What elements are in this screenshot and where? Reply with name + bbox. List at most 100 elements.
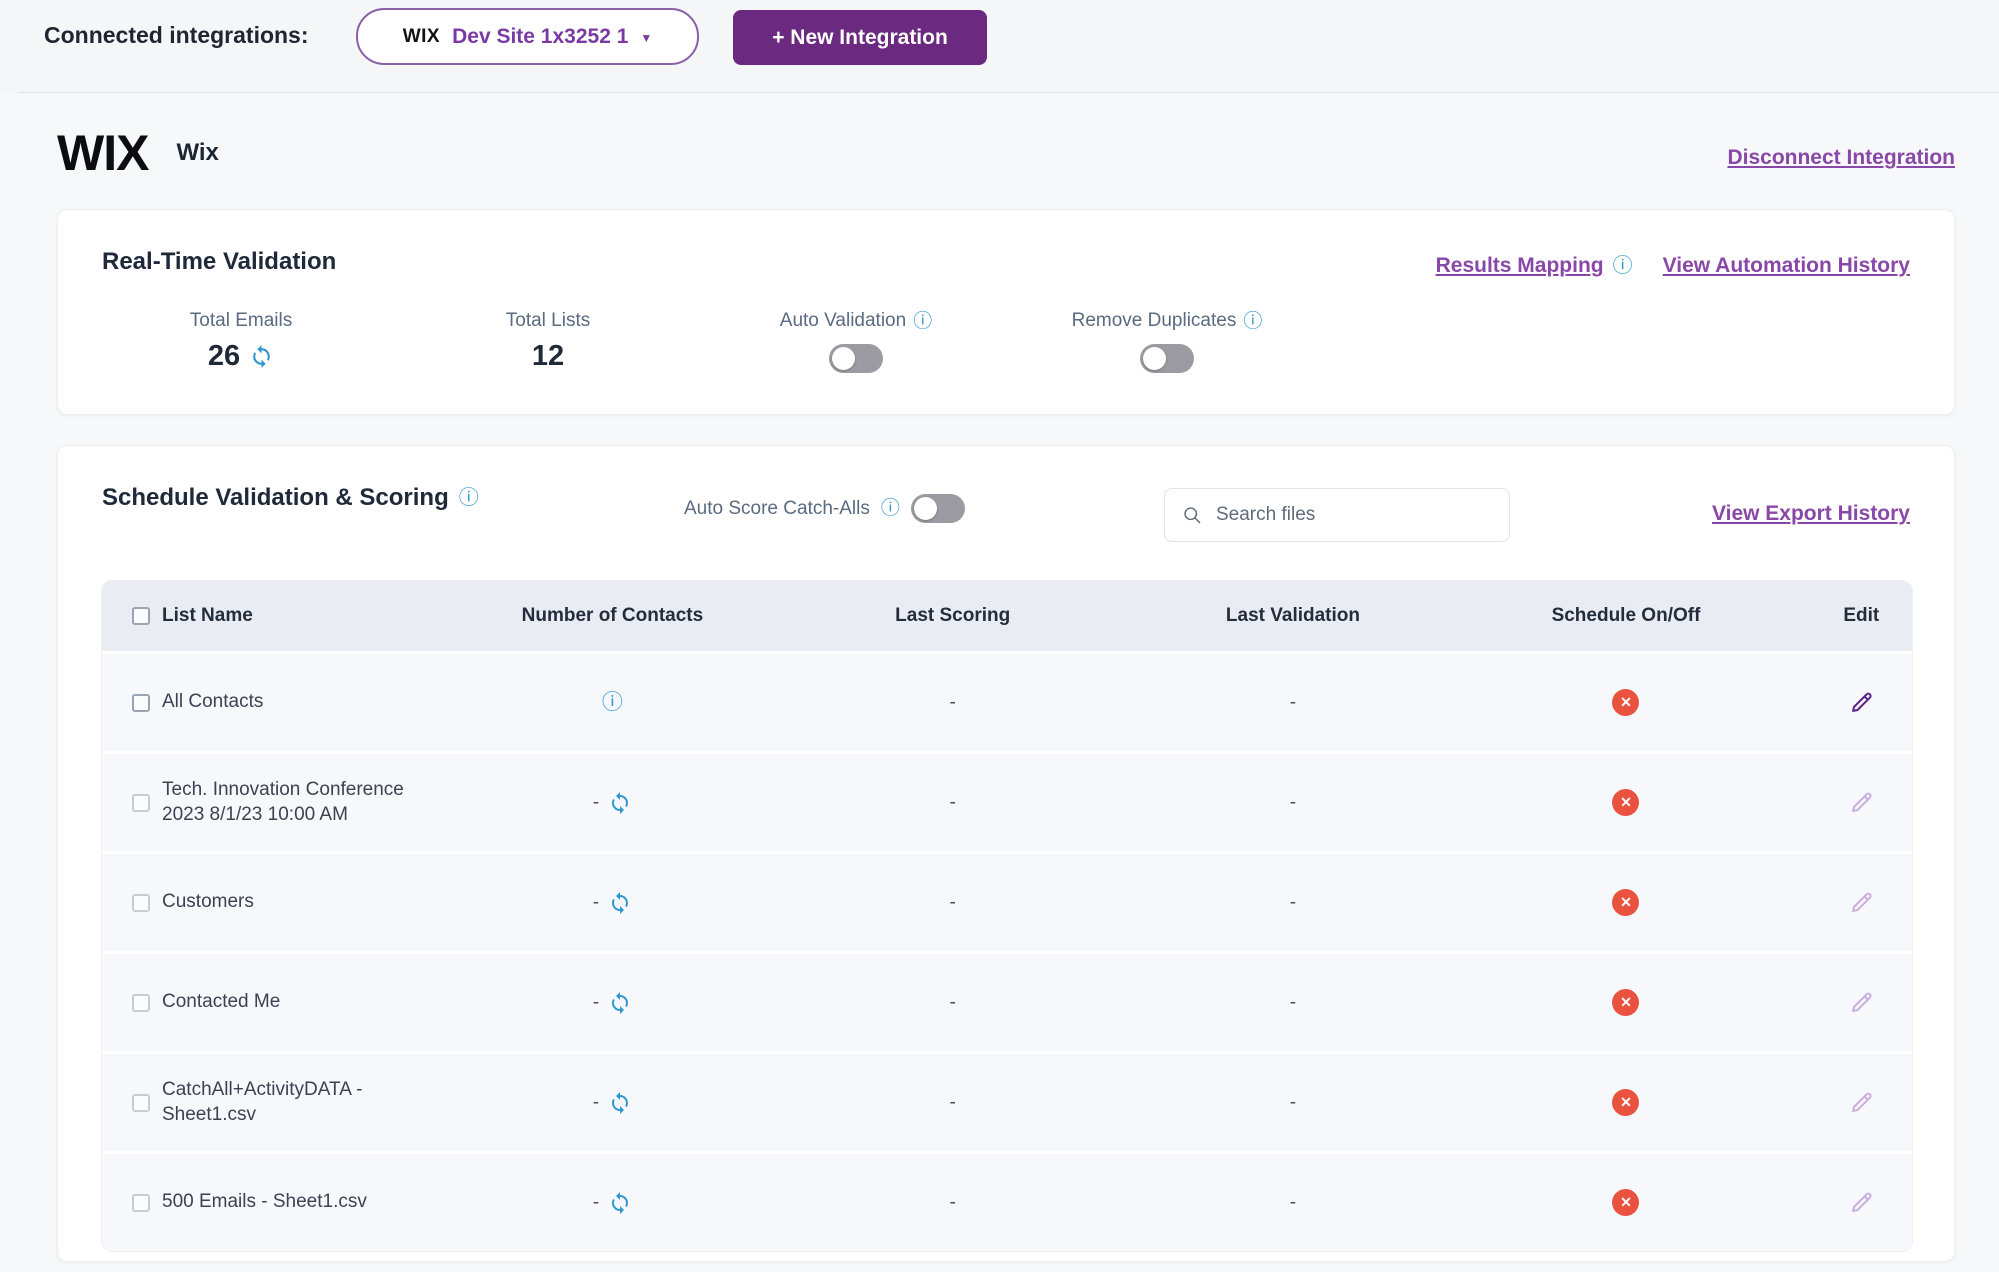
refresh-icon[interactable] [608, 1091, 632, 1115]
schedule-validation-card: Schedule Validation & Scoring ⓘ Auto Sco… [57, 445, 1955, 1262]
list-name: Customers [162, 890, 254, 915]
auto-score-toggle[interactable] [911, 494, 965, 523]
table-row: All Contacts ⓘ - - - ✕ [102, 651, 1912, 751]
row-checkbox[interactable] [132, 994, 150, 1012]
total-lists-label: Total Lists [506, 310, 590, 332]
refresh-icon[interactable] [608, 991, 632, 1015]
auto-score-block: Auto Score Catch-Alls ⓘ [684, 494, 965, 523]
contacts-dash: - [593, 1092, 599, 1114]
toggle-knob [832, 347, 855, 370]
remove-duplicates-block: Remove Duplicates ⓘ [1042, 310, 1292, 373]
last-scoring-value: - [761, 892, 1145, 914]
total-lists-stat: Total Lists 12 [428, 310, 668, 373]
info-icon[interactable]: ⓘ [913, 312, 932, 331]
edit-pencil-icon[interactable] [1848, 1089, 1875, 1116]
toggle-knob [1143, 347, 1166, 370]
schedule-off-icon[interactable]: ✕ [1612, 789, 1639, 816]
col-last-scoring: Last Scoring [761, 605, 1145, 627]
col-number-of-contacts: Number of Contacts [464, 605, 761, 627]
total-lists-value: 12 [532, 340, 564, 373]
lists-table: List Name Number of Contacts Last Scorin… [102, 581, 1912, 1251]
site-dropdown-value: Dev Site 1x3252 1 [452, 25, 628, 49]
row-checkbox[interactable] [132, 894, 150, 912]
search-box [1164, 488, 1510, 542]
info-icon[interactable]: ⓘ [1613, 256, 1633, 276]
list-name: CatchAll+ActivityDATA - Sheet1.csv [162, 1078, 437, 1127]
col-list-name: List Name [162, 605, 253, 627]
last-scoring-value: - [761, 792, 1145, 814]
auto-validation-label: Auto Validation [780, 310, 906, 332]
edit-pencil-icon[interactable] [1848, 1189, 1875, 1216]
list-name: Contacted Me [162, 990, 280, 1015]
total-emails-stat: Total Emails 26 [121, 310, 361, 373]
connected-integrations-label: Connected integrations: [44, 22, 309, 49]
refresh-icon[interactable] [249, 344, 274, 369]
schedule-off-icon[interactable]: ✕ [1612, 1189, 1639, 1216]
last-validation-value: - [1145, 692, 1442, 714]
table-body: All Contacts ⓘ - - - ✕ Tech. Innovation … [102, 651, 1912, 1251]
row-checkbox[interactable] [132, 794, 150, 812]
search-input[interactable] [1216, 504, 1486, 526]
table-row: Contacted Me ⓘ - - - ✕ [102, 951, 1912, 1051]
row-checkbox[interactable] [132, 1194, 150, 1212]
col-edit: Edit [1811, 605, 1912, 627]
table-header-row: List Name Number of Contacts Last Scorin… [102, 581, 1912, 651]
top-bar: Connected integrations: WIX Dev Site 1x3… [0, 0, 1999, 93]
total-emails-label: Total Emails [190, 310, 292, 332]
edit-pencil-icon[interactable] [1848, 989, 1875, 1016]
refresh-icon[interactable] [608, 891, 632, 915]
remove-duplicates-label: Remove Duplicates [1072, 310, 1237, 332]
last-validation-value: - [1145, 992, 1442, 1014]
remove-duplicates-toggle[interactable] [1140, 344, 1194, 373]
last-validation-value: - [1145, 1192, 1442, 1214]
list-name: Tech. Innovation Conference 2023 8/1/23 … [162, 778, 437, 827]
table-row: 500 Emails - Sheet1.csv ⓘ - - - ✕ [102, 1151, 1912, 1251]
last-validation-value: - [1145, 892, 1442, 914]
info-icon[interactable]: ⓘ [459, 488, 479, 508]
last-scoring-value: - [761, 1192, 1145, 1214]
view-automation-history-link[interactable]: View Automation History [1663, 254, 1910, 278]
contacts-dash: - [593, 992, 599, 1014]
edit-pencil-icon[interactable] [1848, 789, 1875, 816]
list-name: 500 Emails - Sheet1.csv [162, 1190, 367, 1215]
refresh-icon[interactable] [608, 1191, 632, 1215]
schedule-validation-title: Schedule Validation & Scoring [102, 484, 449, 512]
edit-pencil-icon[interactable] [1848, 689, 1875, 716]
schedule-off-icon[interactable]: ✕ [1612, 989, 1639, 1016]
total-emails-value: 26 [208, 340, 240, 373]
table-row: Customers ⓘ - - - ✕ [102, 851, 1912, 951]
schedule-off-icon[interactable]: ✕ [1612, 1089, 1639, 1116]
disconnect-integration-link[interactable]: Disconnect Integration [1727, 146, 1955, 170]
schedule-off-icon[interactable]: ✕ [1612, 689, 1639, 716]
info-icon[interactable]: ⓘ [602, 692, 623, 713]
row-checkbox[interactable] [132, 1094, 150, 1112]
refresh-icon[interactable] [608, 791, 632, 815]
search-icon [1182, 505, 1203, 526]
toggle-knob [914, 497, 937, 520]
topbar-divider [18, 92, 1999, 93]
view-export-history-link[interactable]: View Export History [1712, 502, 1910, 526]
select-all-checkbox[interactable] [132, 607, 150, 625]
last-scoring-value: - [761, 1092, 1145, 1114]
new-integration-button[interactable]: + New Integration [733, 10, 987, 65]
contacts-dash: - [593, 792, 599, 814]
realtime-validation-card: Real-Time Validation Results Mapping ⓘ V… [57, 209, 1955, 415]
info-icon[interactable]: ⓘ [1243, 312, 1262, 331]
wix-logo: WIX [57, 124, 148, 182]
last-scoring-value: - [761, 692, 1145, 714]
contacts-dash: - [593, 1192, 599, 1214]
auto-score-label: Auto Score Catch-Alls [684, 498, 870, 520]
site-dropdown[interactable]: WIX Dev Site 1x3252 1 ▼ [356, 8, 699, 65]
last-validation-value: - [1145, 792, 1442, 814]
edit-pencil-icon[interactable] [1848, 889, 1875, 916]
realtime-validation-title: Real-Time Validation [102, 248, 336, 276]
list-name: All Contacts [162, 690, 263, 715]
auto-validation-toggle[interactable] [829, 344, 883, 373]
contacts-dash: - [593, 892, 599, 914]
schedule-off-icon[interactable]: ✕ [1612, 889, 1639, 916]
integration-name: Wix [176, 139, 218, 167]
results-mapping-link[interactable]: Results Mapping [1436, 254, 1604, 278]
caret-down-icon: ▼ [640, 31, 652, 45]
row-checkbox[interactable] [132, 694, 150, 712]
info-icon[interactable]: ⓘ [881, 499, 900, 518]
